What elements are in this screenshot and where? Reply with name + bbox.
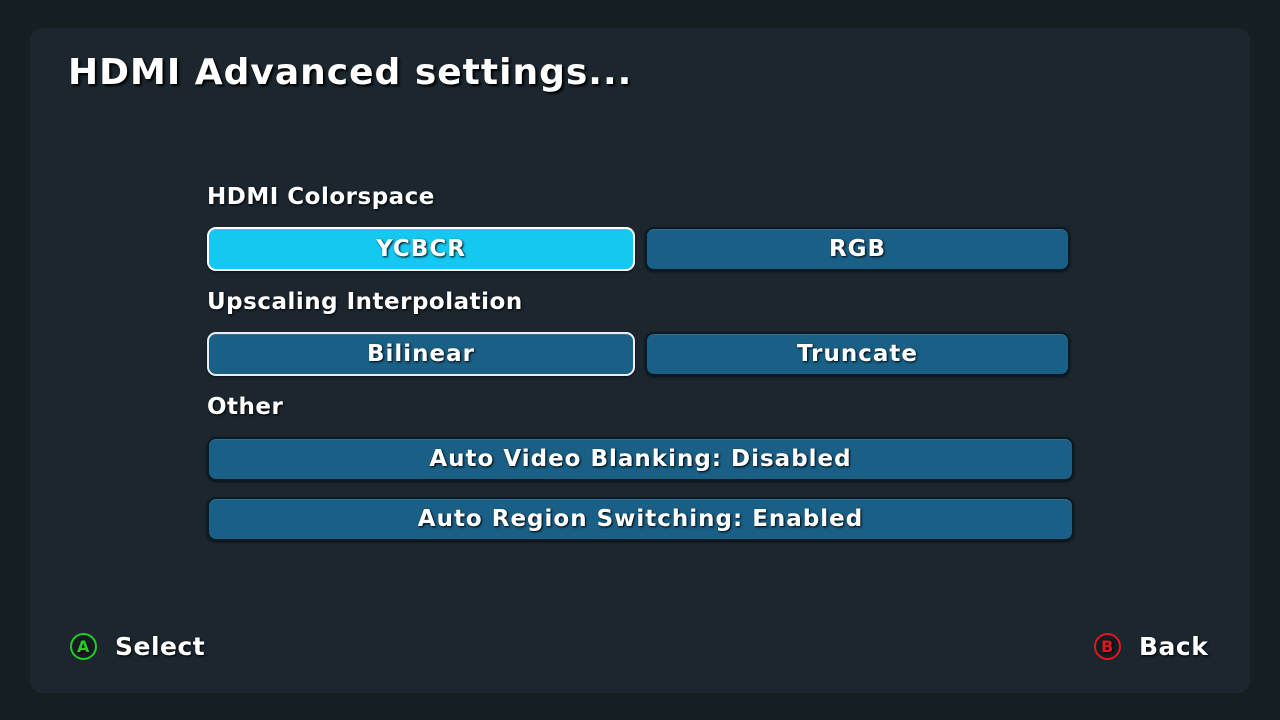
auto-video-blanking-button[interactable]: Auto Video Blanking: Disabled — [207, 437, 1074, 481]
colorspace-option-ycbcr[interactable]: YCBCR — [207, 227, 635, 271]
back-label: Back — [1139, 632, 1209, 661]
a-button-icon: A — [70, 633, 97, 660]
upscaling-option-bilinear[interactable]: Bilinear — [207, 332, 635, 376]
auto-region-switching-button[interactable]: Auto Region Switching: Enabled — [207, 497, 1074, 541]
colorspace-section-label: HDMI Colorspace — [207, 184, 435, 210]
select-label: Select — [115, 632, 206, 661]
select-hint[interactable]: A Select — [70, 632, 205, 661]
back-hint[interactable]: B Back — [1094, 632, 1208, 661]
other-section-label: Other — [207, 394, 284, 420]
b-button-icon: B — [1094, 633, 1121, 660]
colorspace-option-rgb[interactable]: RGB — [645, 227, 1070, 271]
upscaling-option-truncate[interactable]: Truncate — [645, 332, 1070, 376]
upscaling-section-label: Upscaling Interpolation — [207, 289, 523, 315]
page-title: HDMI Advanced settings... — [68, 52, 633, 93]
